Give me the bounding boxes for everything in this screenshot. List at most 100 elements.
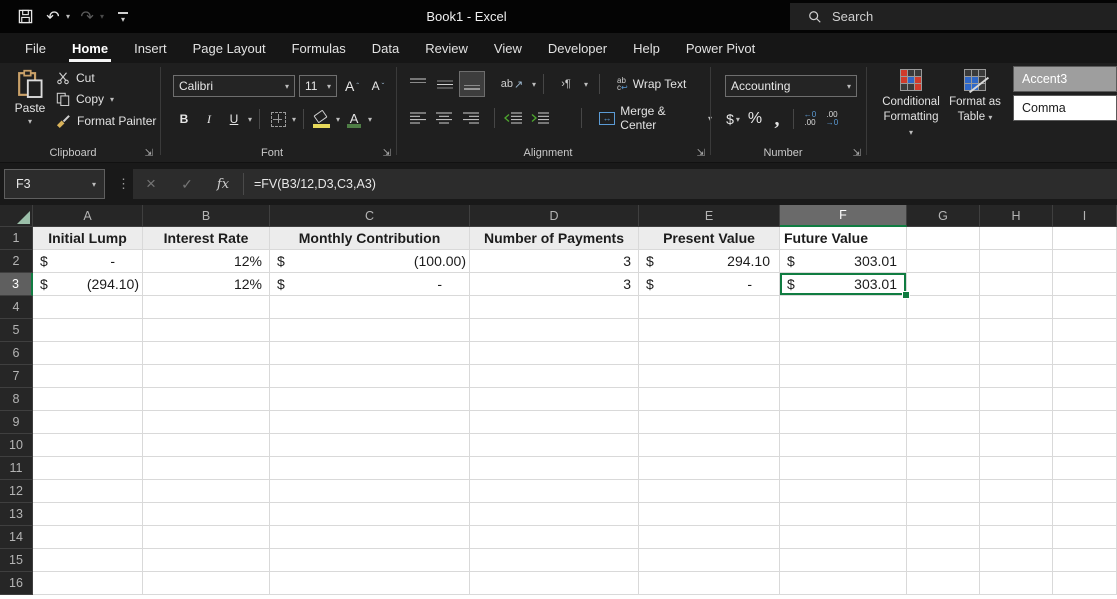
cell-E9[interactable] bbox=[639, 411, 780, 434]
italic-button[interactable]: I bbox=[198, 108, 220, 130]
cell-I4[interactable] bbox=[1053, 296, 1117, 319]
row-header-16[interactable]: 16 bbox=[0, 572, 33, 595]
row-header-5[interactable]: 5 bbox=[0, 319, 33, 342]
cell-B3[interactable]: 12% bbox=[143, 273, 270, 296]
number-dialog-launcher-icon[interactable]: ⇲ bbox=[853, 148, 861, 159]
cell-G13[interactable] bbox=[907, 503, 980, 526]
cell-B9[interactable] bbox=[143, 411, 270, 434]
accounting-format-button[interactable]: $▾ bbox=[723, 108, 743, 130]
align-left-button[interactable] bbox=[406, 106, 430, 130]
cell-D1[interactable]: Number of Payments bbox=[470, 227, 639, 250]
cell-I9[interactable] bbox=[1053, 411, 1117, 434]
cell-style-comma[interactable]: Comma bbox=[1013, 95, 1117, 121]
cell-C14[interactable] bbox=[270, 526, 470, 549]
cell-I1[interactable] bbox=[1053, 227, 1117, 250]
cell-D7[interactable] bbox=[470, 365, 639, 388]
cell-H5[interactable] bbox=[980, 319, 1053, 342]
bottom-align-button[interactable] bbox=[460, 72, 484, 96]
cell-D4[interactable] bbox=[470, 296, 639, 319]
cut-button[interactable]: Cut bbox=[56, 71, 156, 85]
customize-quick-access-toolbar-icon[interactable]: ▾ bbox=[118, 12, 128, 22]
cell-I12[interactable] bbox=[1053, 480, 1117, 503]
cell-H11[interactable] bbox=[980, 457, 1053, 480]
clipboard-dialog-launcher-icon[interactable]: ⇲ bbox=[145, 148, 153, 159]
save-icon[interactable] bbox=[14, 6, 36, 28]
cell-A7[interactable] bbox=[33, 365, 143, 388]
cell-F14[interactable] bbox=[780, 526, 907, 549]
cell-F2[interactable]: $303.01 bbox=[780, 250, 907, 273]
cell-D13[interactable] bbox=[470, 503, 639, 526]
paste-chevron-icon[interactable]: ▾ bbox=[28, 117, 32, 126]
cell-E8[interactable] bbox=[639, 388, 780, 411]
cell-B1[interactable]: Interest Rate bbox=[143, 227, 270, 250]
cell-A3[interactable]: $(294.10) bbox=[33, 273, 143, 296]
align-center-button[interactable] bbox=[433, 106, 457, 130]
cell-E16[interactable] bbox=[639, 572, 780, 595]
comma-style-button[interactable]: , bbox=[767, 108, 787, 130]
cell-D12[interactable] bbox=[470, 480, 639, 503]
cell-A11[interactable] bbox=[33, 457, 143, 480]
cell-C4[interactable] bbox=[270, 296, 470, 319]
cell-E6[interactable] bbox=[639, 342, 780, 365]
text-direction-button[interactable]: ›¶ bbox=[551, 72, 581, 96]
cell-H16[interactable] bbox=[980, 572, 1053, 595]
cell-E14[interactable] bbox=[639, 526, 780, 549]
cell-E13[interactable] bbox=[639, 503, 780, 526]
cell-G8[interactable] bbox=[907, 388, 980, 411]
name-box[interactable]: F3 ▾ bbox=[4, 169, 105, 199]
row-header-1[interactable]: 1 bbox=[0, 227, 33, 250]
wrap-text-button[interactable]: abc↩ Wrap Text bbox=[617, 77, 686, 91]
tab-power-pivot[interactable]: Power Pivot bbox=[673, 33, 768, 63]
cell-B15[interactable] bbox=[143, 549, 270, 572]
column-header-D[interactable]: D bbox=[470, 205, 639, 227]
cell-D5[interactable] bbox=[470, 319, 639, 342]
cell-I2[interactable] bbox=[1053, 250, 1117, 273]
row-header-10[interactable]: 10 bbox=[0, 434, 33, 457]
cell-I15[interactable] bbox=[1053, 549, 1117, 572]
cell-I6[interactable] bbox=[1053, 342, 1117, 365]
cell-G12[interactable] bbox=[907, 480, 980, 503]
cell-C7[interactable] bbox=[270, 365, 470, 388]
cell-A15[interactable] bbox=[33, 549, 143, 572]
cell-E15[interactable] bbox=[639, 549, 780, 572]
cell-E1[interactable]: Present Value bbox=[639, 227, 780, 250]
cell-F4[interactable] bbox=[780, 296, 907, 319]
cell-G5[interactable] bbox=[907, 319, 980, 342]
cell-F8[interactable] bbox=[780, 388, 907, 411]
cell-H7[interactable] bbox=[980, 365, 1053, 388]
cell-H3[interactable] bbox=[980, 273, 1053, 296]
row-header-11[interactable]: 11 bbox=[0, 457, 33, 480]
cell-C1[interactable]: Monthly Contribution bbox=[270, 227, 470, 250]
cell-C13[interactable] bbox=[270, 503, 470, 526]
cell-F3[interactable]: $303.01 bbox=[780, 273, 907, 296]
decrease-indent-button[interactable] bbox=[502, 106, 526, 130]
cell-A4[interactable] bbox=[33, 296, 143, 319]
cell-I13[interactable] bbox=[1053, 503, 1117, 526]
cancel-icon[interactable]: × bbox=[133, 169, 169, 199]
cell-D16[interactable] bbox=[470, 572, 639, 595]
cell-D14[interactable] bbox=[470, 526, 639, 549]
cell-G6[interactable] bbox=[907, 342, 980, 365]
tab-page-layout[interactable]: Page Layout bbox=[180, 33, 279, 63]
increase-font-size-button[interactable]: Aˆ bbox=[341, 75, 363, 97]
borders-chevron-icon[interactable]: ▾ bbox=[292, 115, 296, 124]
cell-A8[interactable] bbox=[33, 388, 143, 411]
row-header-14[interactable]: 14 bbox=[0, 526, 33, 549]
formula-input[interactable]: =FV(B3/12,D3,C3,A3) bbox=[246, 177, 376, 191]
cell-F13[interactable] bbox=[780, 503, 907, 526]
cell-A6[interactable] bbox=[33, 342, 143, 365]
fill-color-button[interactable] bbox=[311, 108, 333, 130]
cell-C2[interactable]: $(100.00) bbox=[270, 250, 470, 273]
cell-C11[interactable] bbox=[270, 457, 470, 480]
number-format-combo[interactable]: Accounting ▾ bbox=[725, 75, 857, 97]
cell-B4[interactable] bbox=[143, 296, 270, 319]
cell-A9[interactable] bbox=[33, 411, 143, 434]
row-header-2[interactable]: 2 bbox=[0, 250, 33, 273]
row-header-13[interactable]: 13 bbox=[0, 503, 33, 526]
cell-I16[interactable] bbox=[1053, 572, 1117, 595]
underline-chevron-icon[interactable]: ▾ bbox=[248, 115, 252, 124]
row-header-3[interactable]: 3 bbox=[0, 273, 33, 296]
cell-B10[interactable] bbox=[143, 434, 270, 457]
formula-bar-drag-dots-icon[interactable]: ⋮ bbox=[117, 169, 130, 199]
cell-G15[interactable] bbox=[907, 549, 980, 572]
